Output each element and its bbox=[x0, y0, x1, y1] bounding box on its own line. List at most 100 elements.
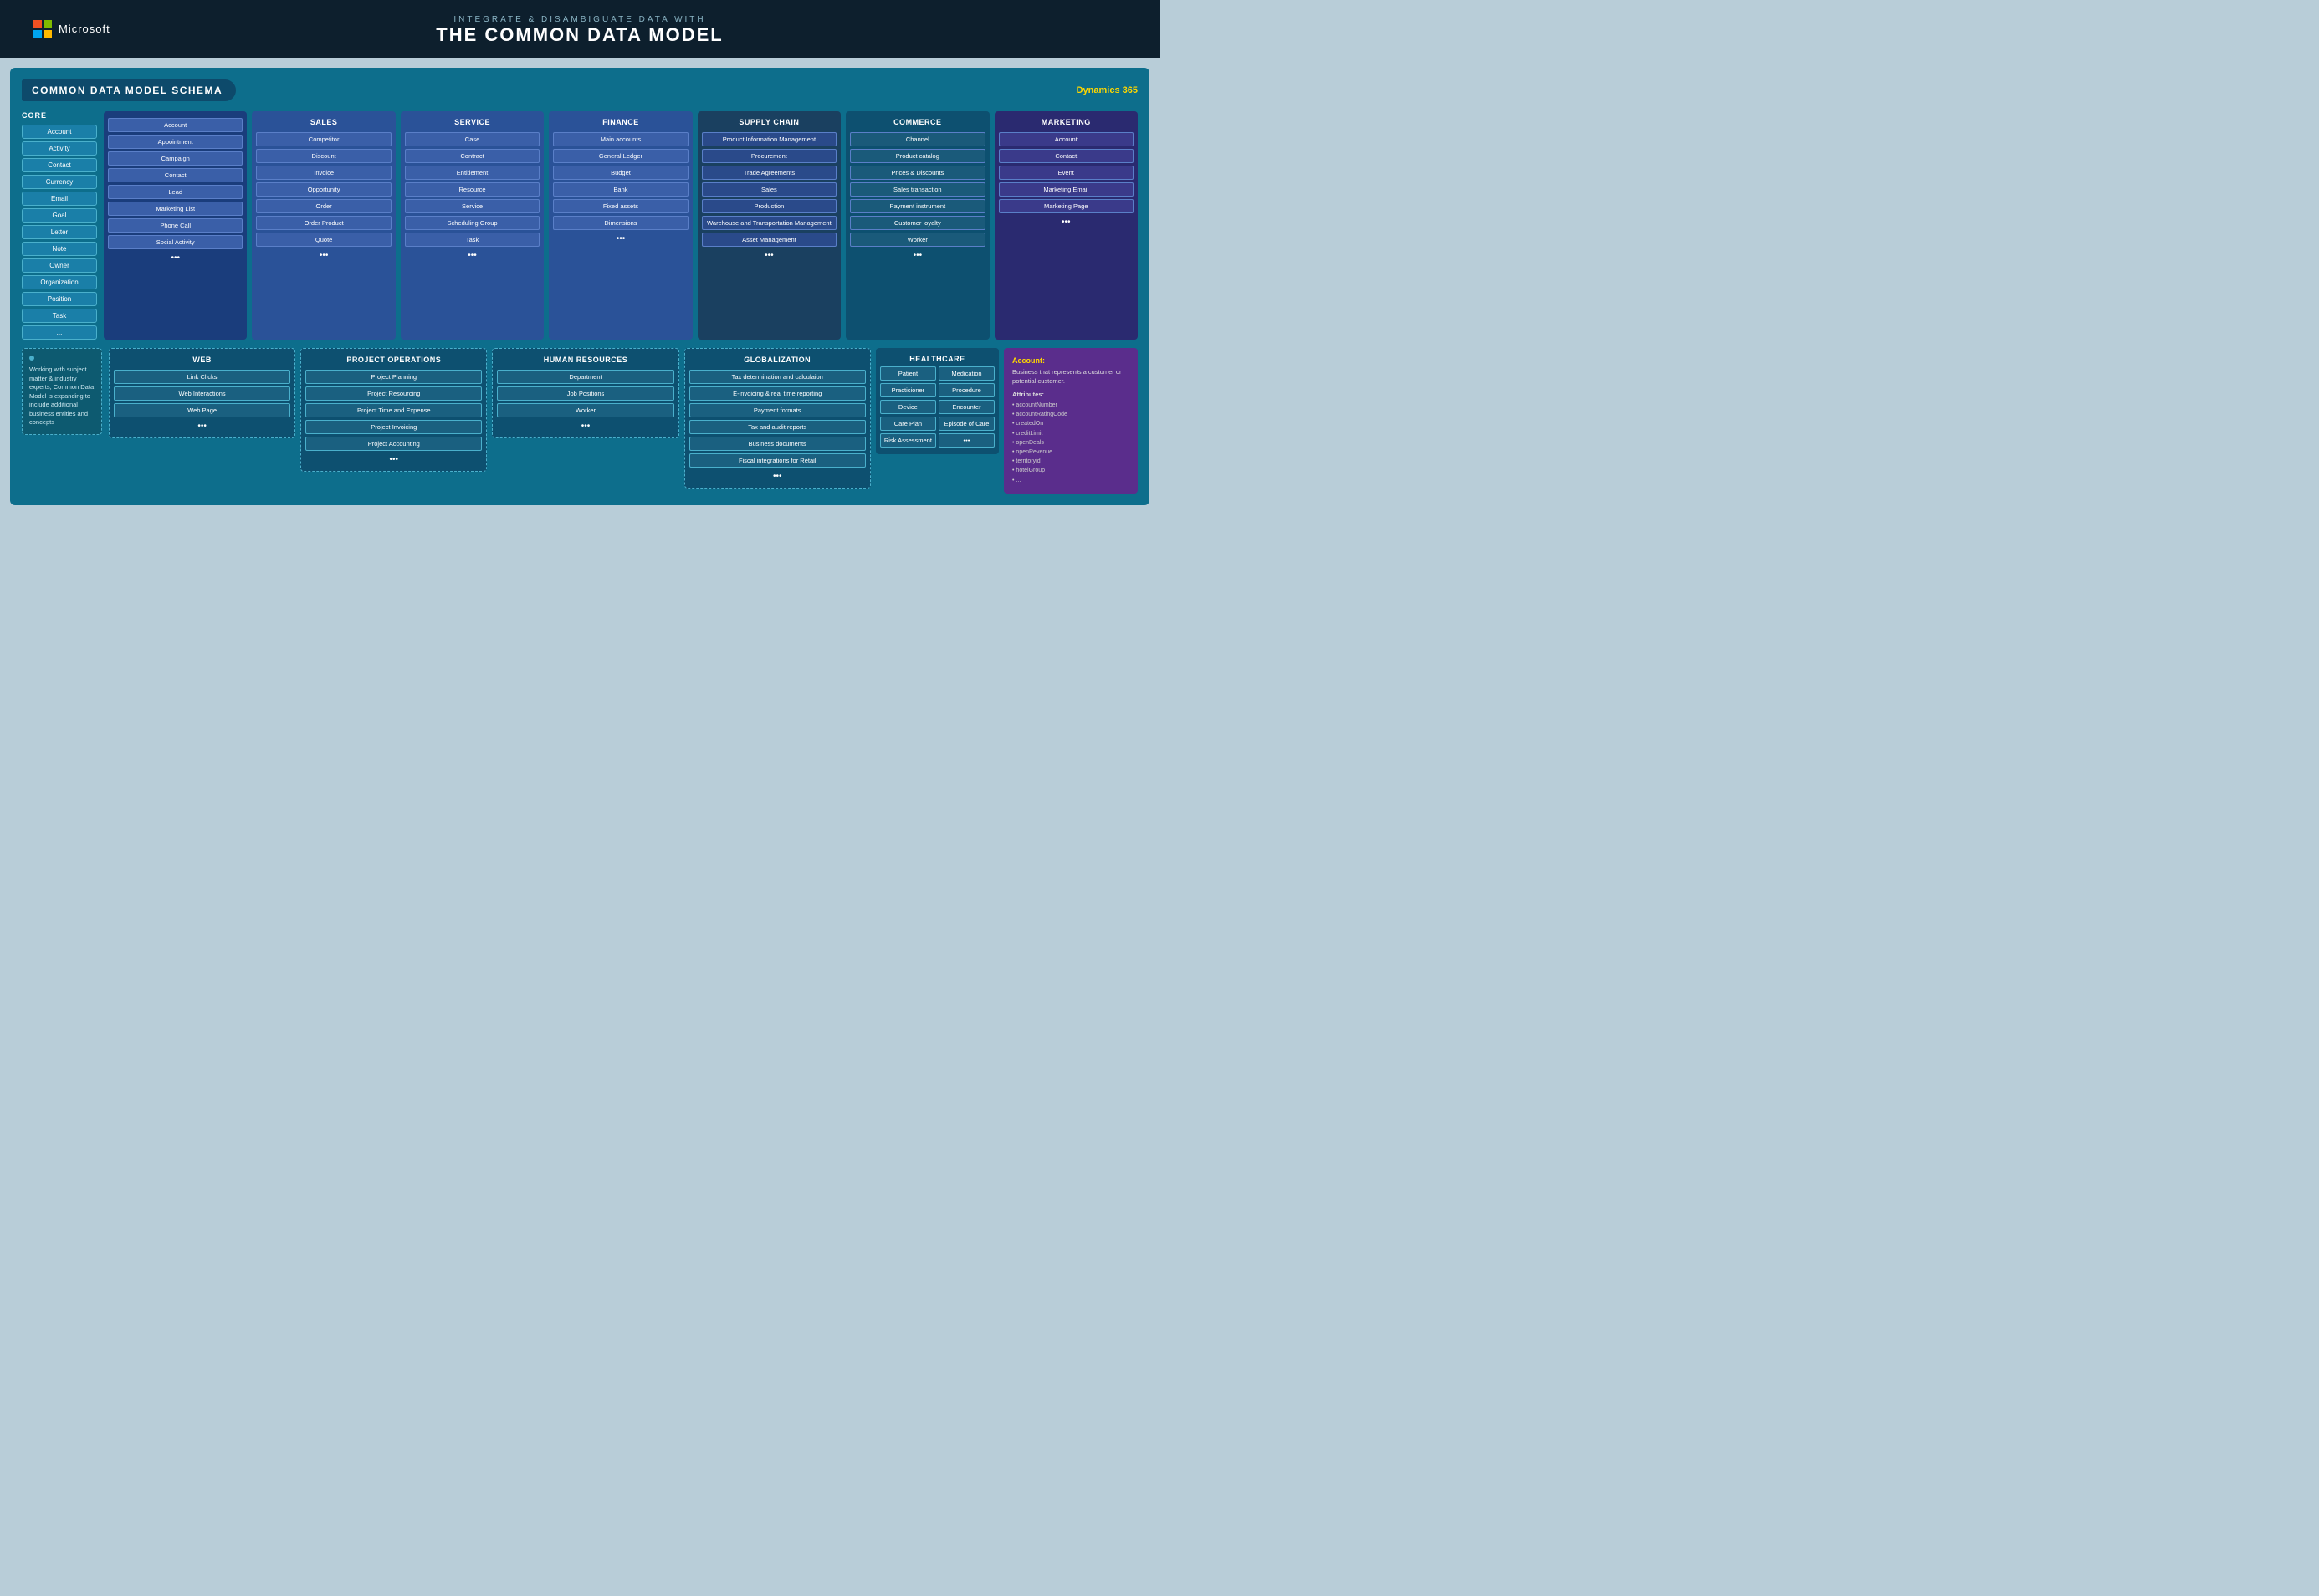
web-linkclicks: Link Clicks bbox=[114, 370, 290, 384]
commerce-worker: Worker bbox=[850, 233, 985, 247]
supply-dots: ••• bbox=[765, 251, 774, 260]
core-item-contact: Contact bbox=[22, 158, 97, 172]
finance-dimensions: Dimensions bbox=[553, 216, 688, 230]
marketing-module-col: MARKETING Account Contact Event Marketin… bbox=[995, 111, 1138, 340]
sales-module-col: SALES Competitor Discount Invoice Opport… bbox=[252, 111, 395, 340]
hc-device: Device bbox=[880, 400, 936, 414]
finance-module-col: FINANCE Main accounts General Ledger Bud… bbox=[549, 111, 692, 340]
main-container: COMMON DATA MODEL SCHEMA Dynamics 365 CO… bbox=[10, 68, 1149, 505]
account-popup-desc: Business that represents a customer or p… bbox=[1012, 368, 1129, 386]
core-item-currency: Currency bbox=[22, 175, 97, 189]
glob-paymentformats: Payment formats bbox=[689, 403, 866, 417]
service-case: Case bbox=[405, 132, 540, 146]
hc-procedure: Procedure bbox=[939, 383, 995, 397]
core-item-organization: Organization bbox=[22, 275, 97, 289]
finance-bank: Bank bbox=[553, 182, 688, 197]
finance-budget: Budget bbox=[553, 166, 688, 180]
base-item-contact: Contact bbox=[108, 168, 243, 182]
sales-competitor: Competitor bbox=[256, 132, 391, 146]
supply-assetmgmt: Asset Management bbox=[702, 233, 837, 247]
marketing-event: Event bbox=[999, 166, 1134, 180]
base-item-lead: Lead bbox=[108, 185, 243, 199]
web-webpage: Web Page bbox=[114, 403, 290, 417]
sales-dots: ••• bbox=[320, 251, 329, 260]
projops-planning: Project Planning bbox=[305, 370, 482, 384]
core-item-more: ... bbox=[22, 325, 97, 340]
core-section: CORE Account Activity Contact Currency E… bbox=[22, 111, 97, 340]
hc-more: ••• bbox=[939, 433, 995, 448]
hr-dots: ••• bbox=[581, 422, 591, 431]
finance-title: FINANCE bbox=[602, 118, 639, 126]
projops-title: PROJECT OPERATIONS bbox=[346, 356, 441, 364]
supply-pim: Product Information Management bbox=[702, 132, 837, 146]
marketing-account: Account bbox=[999, 132, 1134, 146]
supplychain-title: SUPPLY CHAIN bbox=[739, 118, 799, 126]
supplychain-module-col: SUPPLY CHAIN Product Information Managem… bbox=[698, 111, 841, 340]
core-item-letter: Letter bbox=[22, 225, 97, 239]
service-task: Task bbox=[405, 233, 540, 247]
web-dots: ••• bbox=[197, 422, 207, 431]
hr-department: Department bbox=[497, 370, 673, 384]
base-item-appointment: Appointment bbox=[108, 135, 243, 149]
header-subtitle: INTEGRATE & DISAMBIGUATE DATA WITH bbox=[436, 15, 723, 24]
core-item-note: Note bbox=[22, 242, 97, 256]
service-title: SERVICE bbox=[454, 118, 490, 126]
core-item-account: Account bbox=[22, 125, 97, 139]
service-dots: ••• bbox=[468, 251, 477, 260]
commerce-paymentinstrument: Payment instrument bbox=[850, 199, 985, 213]
hc-episodeofcare: Episode of Care bbox=[939, 417, 995, 431]
modules-area: Account Appointment Campaign Contact Lea… bbox=[104, 111, 1138, 340]
header-main-title: THE COMMON DATA MODEL bbox=[436, 24, 723, 46]
base-item-campaign: Campaign bbox=[108, 151, 243, 166]
service-module-col: SERVICE Case Contract Entitlement Resour… bbox=[401, 111, 544, 340]
commerce-module-col: COMMERCE Channel Product catalog Prices … bbox=[846, 111, 989, 340]
service-schedulinggroup: Scheduling Group bbox=[405, 216, 540, 230]
core-item-email: Email bbox=[22, 192, 97, 206]
core-item-owner: Owner bbox=[22, 258, 97, 273]
base-item-socialactivity: Social Activity bbox=[108, 235, 243, 249]
ms-logo: Microsoft bbox=[33, 20, 110, 38]
account-popup-list: • accountNumber • accountRatingCode • cr… bbox=[1012, 401, 1129, 485]
base-dots: ••• bbox=[171, 253, 180, 263]
healthcare-grid: Patient Medication Practicioner Procedur… bbox=[880, 366, 995, 448]
commerce-salestransaction: Sales transaction bbox=[850, 182, 985, 197]
hc-careplan: Care Plan bbox=[880, 417, 936, 431]
core-item-activity: Activity bbox=[22, 141, 97, 156]
bottom-row: Working with subject matter & industry e… bbox=[22, 348, 1138, 494]
projops-timeexpense: Project Time and Expense bbox=[305, 403, 482, 417]
hr-jobpositions: Job Positions bbox=[497, 386, 673, 401]
base-module-col: Account Appointment Campaign Contact Lea… bbox=[104, 111, 247, 340]
commerce-title: COMMERCE bbox=[893, 118, 942, 126]
service-resource: Resource bbox=[405, 182, 540, 197]
projops-resourcing: Project Resourcing bbox=[305, 386, 482, 401]
account-popup-attr-label: Attributes: bbox=[1012, 391, 1129, 398]
marketing-email: Marketing Email bbox=[999, 182, 1134, 197]
header: Microsoft INTEGRATE & DISAMBIGUATE DATA … bbox=[0, 0, 1160, 58]
supply-tradeagreements: Trade Agreements bbox=[702, 166, 837, 180]
dynamics-label: Dynamics 365 bbox=[1077, 85, 1138, 95]
core-label: CORE bbox=[22, 111, 97, 120]
sales-quote: Quote bbox=[256, 233, 391, 247]
core-item-goal: Goal bbox=[22, 208, 97, 223]
web-title: WEB bbox=[192, 356, 212, 364]
schema-title-bar: COMMON DATA MODEL SCHEMA Dynamics 365 bbox=[22, 79, 1138, 101]
account-popup: Account: Business that represents a cust… bbox=[1004, 348, 1138, 494]
hc-patient: Patient bbox=[880, 366, 936, 381]
sales-invoice: Invoice bbox=[256, 166, 391, 180]
base-item-account: Account bbox=[108, 118, 243, 132]
header-title: INTEGRATE & DISAMBIGUATE DATA WITH THE C… bbox=[436, 15, 723, 46]
commerce-pricesdiscounts: Prices & Discounts bbox=[850, 166, 985, 180]
service-entitlement: Entitlement bbox=[405, 166, 540, 180]
hc-practicioner: Practicioner bbox=[880, 383, 936, 397]
projops-module-col: PROJECT OPERATIONS Project Planning Proj… bbox=[300, 348, 487, 472]
supply-warehouse: Warehouse and Transportation Management bbox=[702, 216, 837, 230]
hc-medication: Medication bbox=[939, 366, 995, 381]
sales-discount: Discount bbox=[256, 149, 391, 163]
glob-taxdetermination: Tax determination and calculaion bbox=[689, 370, 866, 384]
ms-logo-grid bbox=[33, 20, 52, 38]
sales-orderproduct: Order Product bbox=[256, 216, 391, 230]
core-item-position: Position bbox=[22, 292, 97, 306]
projops-invoicing: Project Invoicing bbox=[305, 420, 482, 434]
supply-procurement: Procurement bbox=[702, 149, 837, 163]
finance-fixedassets: Fixed assets bbox=[553, 199, 688, 213]
